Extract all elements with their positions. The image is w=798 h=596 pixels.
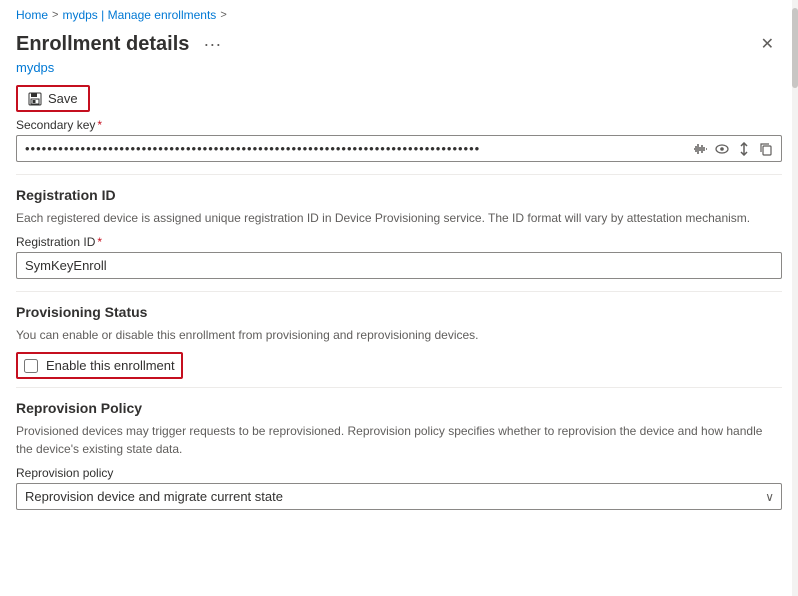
- secondary-key-dots: ••••••••••••••••••••••••••••••••••••••••…: [21, 136, 689, 161]
- breadcrumb-home[interactable]: Home: [16, 8, 48, 22]
- toolbar: Save: [0, 81, 798, 118]
- registration-id-group: Registration ID*: [16, 235, 782, 279]
- divider-3: [16, 387, 782, 388]
- save-label: Save: [48, 91, 78, 106]
- scrollbar-track[interactable]: [792, 0, 798, 596]
- scrollbar-thumb[interactable]: [792, 8, 798, 88]
- header-title-group: Enrollment details ···: [16, 32, 227, 57]
- reprovision-policy-select-wrapper: Reprovision device and migrate current s…: [16, 483, 782, 510]
- copy-button[interactable]: [755, 138, 777, 160]
- refresh-icon: [737, 142, 751, 156]
- registration-id-label: Registration ID*: [16, 235, 782, 249]
- page-container: Home > mydps | Manage enrollments > Enro…: [0, 0, 798, 596]
- header-row: Enrollment details ··· ✕: [0, 26, 798, 58]
- save-icon: [28, 92, 42, 106]
- divider-2: [16, 291, 782, 292]
- content-area[interactable]: Secondary key* •••••••••••••••••••••••••…: [0, 118, 798, 596]
- reprovision-policy-group: Reprovision policy Reprovision device an…: [16, 466, 782, 510]
- page-title: Enrollment details: [16, 33, 189, 56]
- registration-id-title: Registration ID: [16, 187, 782, 203]
- divider-1: [16, 174, 782, 175]
- waveform-button[interactable]: [689, 138, 711, 160]
- provisioning-status-desc: You can enable or disable this enrollmen…: [16, 326, 782, 344]
- ellipsis-menu-button[interactable]: ···: [197, 32, 227, 57]
- eye-button[interactable]: [711, 138, 733, 160]
- breadcrumb: Home > mydps | Manage enrollments >: [0, 0, 798, 26]
- registration-id-desc: Each registered device is assigned uniqu…: [16, 209, 782, 227]
- copy-icon: [759, 142, 773, 156]
- waveform-icon: [693, 142, 707, 156]
- enable-enrollment-label[interactable]: Enable this enrollment: [46, 358, 175, 373]
- reprovision-policy-title: Reprovision Policy: [16, 400, 782, 416]
- secondary-key-label: Secondary key*: [16, 118, 782, 132]
- breadcrumb-mydps[interactable]: mydps | Manage enrollments: [62, 8, 216, 22]
- save-button[interactable]: Save: [16, 85, 90, 112]
- reprovision-policy-label: Reprovision policy: [16, 466, 782, 480]
- provisioning-status-title: Provisioning Status: [16, 304, 782, 320]
- breadcrumb-separator-1: >: [52, 9, 58, 21]
- registration-id-input[interactable]: [16, 252, 782, 279]
- reprovision-policy-select[interactable]: Reprovision device and migrate current s…: [16, 483, 782, 510]
- close-button[interactable]: ✕: [753, 30, 782, 58]
- secondary-key-group: Secondary key* •••••••••••••••••••••••••…: [16, 118, 782, 162]
- breadcrumb-separator-2: >: [220, 9, 226, 21]
- enable-enrollment-checkbox[interactable]: [24, 359, 38, 373]
- eye-icon: [715, 142, 729, 156]
- refresh-button[interactable]: [733, 138, 755, 160]
- page-subtitle: mydps: [0, 58, 798, 81]
- enable-enrollment-checkbox-row: Enable this enrollment: [16, 352, 183, 379]
- reprovision-policy-desc: Provisioned devices may trigger requests…: [16, 422, 782, 458]
- secondary-key-field-wrapper: ••••••••••••••••••••••••••••••••••••••••…: [16, 135, 782, 162]
